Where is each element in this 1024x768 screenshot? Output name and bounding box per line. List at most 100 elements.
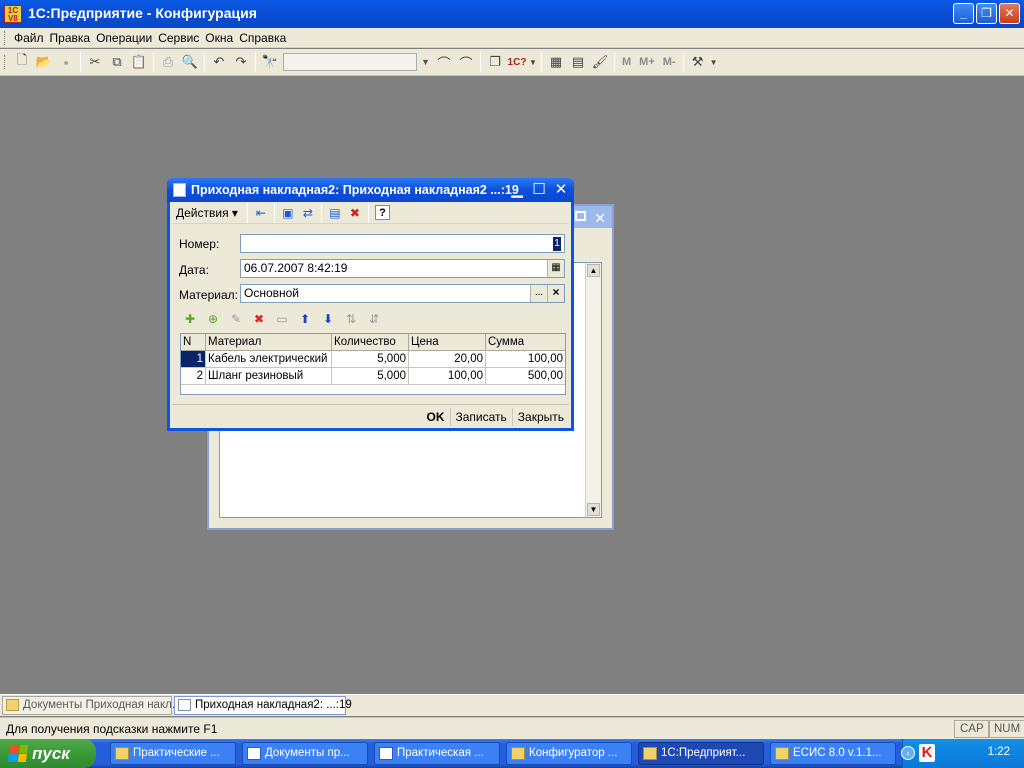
antivirus-icon[interactable]: K (919, 744, 935, 762)
row-quantity[interactable]: 5,000 (332, 351, 409, 368)
window-list-icon[interactable]: ❐ (484, 51, 506, 73)
scroll-up-icon[interactable]: ▲ (587, 264, 600, 277)
menu-service[interactable]: Сервис (155, 31, 202, 45)
column-header[interactable]: Цена (409, 334, 486, 351)
dropdown-arrow-icon[interactable]: ▼ (528, 51, 538, 73)
help-1c-icon[interactable]: 1C? (506, 51, 528, 73)
column-header[interactable]: Количество (332, 334, 409, 351)
app-title-bar[interactable]: 1C V8 1С:Предприятие - Конфигурация _ ❐ ✕ (0, 0, 1024, 28)
column-header[interactable]: Сумма (486, 334, 565, 351)
copy-row-icon[interactable]: ⊕ (202, 310, 224, 328)
vertical-scrollbar[interactable]: ▲ ▼ (585, 263, 601, 517)
settings-icon[interactable]: ⚒ (687, 51, 709, 73)
copy-icon[interactable]: ⧉ (106, 51, 128, 73)
open-icon[interactable]: 📂 (33, 51, 55, 73)
new-icon[interactable]: 🗋 (11, 51, 33, 73)
end-edit-icon[interactable]: ▭ (271, 310, 293, 328)
taskbar-item[interactable]: Документы пр... (242, 742, 368, 765)
dropdown-arrow-icon[interactable]: ▼ (709, 51, 719, 73)
move-icon[interactable]: ⇄ (298, 204, 318, 222)
ok-button[interactable]: OK (422, 408, 450, 426)
menu-operations[interactable]: Операции (93, 31, 155, 45)
close-icon[interactable]: ✕ (594, 210, 606, 227)
clear-button[interactable]: × (547, 285, 564, 302)
redo-icon[interactable]: ↷ (230, 51, 252, 73)
tools-icon[interactable]: 🖌 (589, 51, 611, 73)
maximize-icon[interactable] (575, 211, 586, 221)
save-icon[interactable]: ▪ (55, 51, 77, 73)
close-icon[interactable]: ✕ (552, 180, 570, 198)
find-prev-icon[interactable]: ⌒ (433, 51, 455, 73)
preview-icon[interactable]: 🔍 (179, 51, 201, 73)
chevron-down-icon[interactable]: ▼ (421, 57, 430, 67)
row-price[interactable]: 20,00 (409, 351, 486, 368)
maximize-icon[interactable]: ☐ (530, 180, 548, 198)
row-number[interactable]: 2 (181, 368, 206, 385)
print-icon[interactable]: ⎙ (157, 51, 179, 73)
menu-file[interactable]: Файл (11, 31, 47, 45)
menu-help[interactable]: Справка (236, 31, 289, 45)
m-plus-button[interactable]: M+ (635, 56, 659, 68)
restore-button[interactable]: ❐ (976, 3, 997, 24)
undo-icon[interactable]: ↶ (208, 51, 230, 73)
taskbar-item[interactable]: ЕСИС 8.0 v.1.1... (770, 742, 896, 765)
document-form-dialog[interactable]: Приходная накладная2: Приходная накладна… (167, 178, 574, 431)
row-material[interactable]: Шланг резиновый (206, 368, 332, 385)
close-form-button[interactable]: Закрыть (511, 407, 569, 426)
menu-edit[interactable]: Правка (47, 31, 94, 45)
taskbar-item[interactable]: Конфигуратор ... (506, 742, 632, 765)
menu-windows[interactable]: Окна (202, 31, 236, 45)
row-quantity[interactable]: 5,000 (332, 368, 409, 385)
minimize-button[interactable]: _ (953, 3, 974, 24)
start-button[interactable]: пуск (0, 739, 96, 768)
table-row[interactable]: 1 Кабель электрический 5,000 20,00 100,0… (181, 351, 565, 368)
paste-icon[interactable]: 📋 (128, 51, 150, 73)
window-tab-documents-list[interactable]: Документы Приходная накл... (2, 696, 181, 715)
calendar-icon[interactable]: ▦ (547, 260, 564, 277)
row-sum[interactable]: 100,00 (486, 351, 565, 368)
structure-icon[interactable]: ▤ (325, 204, 345, 222)
window-tab-document-form[interactable]: Приходная накладная2: ...:19 (174, 696, 352, 715)
minimize-icon[interactable]: ▁ (508, 180, 526, 198)
m-button[interactable]: M (618, 56, 635, 68)
row-price[interactable]: 100,00 (409, 368, 486, 385)
help-icon[interactable]: ? (374, 205, 390, 220)
find-icon[interactable]: 🔭 (259, 51, 281, 73)
dialog-titlebar[interactable]: Приходная накладная2: Приходная накладна… (167, 178, 574, 202)
column-header[interactable]: N (181, 334, 206, 351)
table-row[interactable]: 2 Шланг резиновый 5,000 100,00 500,00 (181, 368, 565, 385)
row-sum[interactable]: 500,00 (486, 368, 565, 385)
move-up-icon[interactable]: ⬆ (294, 310, 316, 328)
actions-menu[interactable]: Действия ▾ (176, 206, 238, 220)
taskbar-item[interactable]: Практическая ... (374, 742, 500, 765)
number-field[interactable]: 1 (240, 234, 565, 253)
date-field[interactable]: 06.07.2007 8:42:19 ▦ (240, 259, 565, 278)
post-and-close-icon[interactable]: ⇤ (251, 204, 271, 222)
calculator-icon[interactable]: ▦ (545, 51, 567, 73)
delete-movements-icon[interactable]: ✖ (345, 204, 365, 222)
post-icon[interactable]: ▣ (278, 204, 298, 222)
save-button[interactable]: Записать (449, 407, 512, 426)
clock[interactable]: 1:22 (988, 746, 1010, 758)
materials-table[interactable]: N Материал Количество Цена Сумма 1 Кабел… (180, 333, 566, 395)
material-field[interactable]: Основной ... × (240, 284, 565, 303)
sort-desc-icon[interactable]: ⇵ (363, 310, 385, 328)
row-material[interactable]: Кабель электрический (206, 351, 332, 368)
add-row-icon[interactable]: ✚ (179, 310, 201, 328)
row-number[interactable]: 1 (181, 351, 206, 368)
move-down-icon[interactable]: ⬇ (317, 310, 339, 328)
search-combo[interactable]: ▼ (283, 53, 430, 71)
select-button[interactable]: ... (530, 285, 547, 302)
column-header[interactable]: Материал (206, 334, 332, 351)
taskbar-item[interactable]: Практические ... (110, 742, 236, 765)
sort-asc-icon[interactable]: ⇅ (340, 310, 362, 328)
calendar-icon[interactable]: ▤ (567, 51, 589, 73)
cut-icon[interactable]: ✂ (84, 51, 106, 73)
edit-row-icon[interactable]: ✎ (225, 310, 247, 328)
find-next-icon[interactable]: ⌒ (455, 51, 477, 73)
tray-expand-icon[interactable]: ‹ (901, 746, 915, 760)
taskbar-item[interactable]: 1С:Предприят... (638, 742, 764, 765)
delete-row-icon[interactable]: ✖ (248, 310, 270, 328)
scroll-down-icon[interactable]: ▼ (587, 503, 600, 516)
m-minus-button[interactable]: M- (659, 56, 680, 68)
